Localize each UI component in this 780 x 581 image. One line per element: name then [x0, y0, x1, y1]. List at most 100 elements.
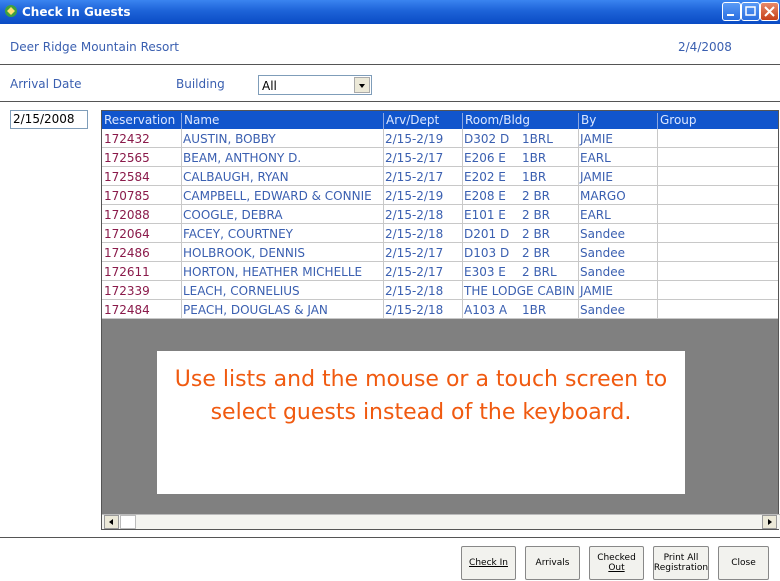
reservation-cell: 172486 [104, 246, 150, 260]
table-row[interactable]: 172565 BEAM, ANTHONY D. 2/15-2/17 E206 E 1BR… [102, 148, 778, 167]
reservation-cell: 170785 [104, 189, 150, 203]
group-cell [657, 227, 778, 243]
divider [0, 537, 780, 538]
check-in-button[interactable]: Check In [461, 546, 516, 580]
chevron-down-icon[interactable] [354, 77, 370, 93]
group-cell [657, 151, 778, 167]
table-row[interactable]: 172584 CALBAUGH, RYAN 2/15-2/17 E202 E 1BR JA… [102, 167, 778, 186]
scroll-right-icon[interactable] [762, 515, 777, 529]
current-date: 2/4/2008 [678, 40, 732, 54]
by-cell: JAMIE [580, 132, 614, 146]
name-cell: BEAM, ANTHONY D. [183, 151, 302, 165]
minimize-button[interactable] [722, 2, 741, 21]
table-row[interactable]: 172064 FACEY, COURTNEY 2/15-2/18 D201 D2 BR… [102, 224, 778, 243]
room-type-cell: 2 BR [522, 227, 551, 241]
room-type-cell: 2 BR [522, 189, 551, 203]
by-cell: Sandee [580, 246, 625, 260]
arrivals-label: Arrivals [535, 558, 570, 568]
checked-out-label-2: Out [608, 563, 625, 573]
arv-dept-cell: 2/15-2/17 [385, 246, 444, 260]
reservation-cell: 172064 [104, 227, 150, 241]
arv-dept-cell: 2/15-2/17 [385, 265, 444, 279]
divider [0, 64, 780, 65]
arv-dept-cell: 2/15-2/18 [385, 303, 444, 317]
group-cell [657, 246, 778, 262]
column-header-reservation[interactable]: Reservation [102, 113, 181, 129]
group-cell [657, 170, 778, 186]
arv-dept-cell: 2/15-2/19 [385, 189, 444, 203]
column-header-arv-dept[interactable]: Arv/Dept [383, 113, 462, 129]
arv-dept-cell: 2/15-2/19 [385, 132, 444, 146]
group-cell [657, 265, 778, 281]
divider [0, 101, 780, 102]
reservation-cell: 172432 [104, 132, 150, 146]
name-cell: CAMPBELL, EDWARD & CONNIE [183, 189, 372, 203]
print-all-label-1: Print All [663, 553, 699, 563]
column-header-by[interactable]: By [578, 113, 657, 129]
checked-out-button[interactable]: Checked Out [589, 546, 644, 580]
table-row[interactable]: 172484 PEACH, DOUGLAS & JAN 2/15-2/18 A103 … [102, 300, 778, 319]
arv-dept-cell: 2/15-2/17 [385, 170, 444, 184]
room-type-cell: 2 BR [522, 246, 551, 260]
building-select-value: All [262, 79, 277, 93]
column-header-name[interactable]: Name [181, 113, 383, 129]
arv-dept-cell: 2/15-2/18 [385, 284, 444, 298]
app-icon [4, 4, 18, 18]
column-header-room-bldg[interactable]: Room/Bldg [462, 113, 578, 129]
group-cell [657, 208, 778, 224]
table-row[interactable]: 170785 CAMPBELL, EDWARD & CONNIE 2/15-2/19… [102, 186, 778, 205]
scroll-left-icon[interactable] [104, 515, 119, 529]
by-cell: EARL [580, 151, 611, 165]
resort-name: Deer Ridge Mountain Resort [10, 40, 179, 54]
window-title: Check In Guests [22, 5, 131, 19]
table-row[interactable]: 172611 HORTON, HEATHER MICHELLE 2/15-2/17 E… [102, 262, 778, 281]
close-button[interactable]: Close [718, 546, 769, 580]
table-row[interactable]: 172088 COOGLE, DEBRA 2/15-2/18 E101 E2 BR EA… [102, 205, 778, 224]
instruction-overlay: Use lists and the mouse or a touch scree… [157, 351, 685, 494]
arv-dept-cell: 2/15-2/18 [385, 227, 444, 241]
name-cell: CALBAUGH, RYAN [183, 170, 289, 184]
group-cell [657, 189, 778, 205]
name-cell: FACEY, COURTNEY [183, 227, 294, 241]
by-cell: JAMIE [580, 284, 614, 298]
name-cell: AUSTIN, BOBBY [183, 132, 276, 146]
group-cell [657, 303, 778, 319]
room-type-cell: 1BR [522, 170, 547, 184]
room-type-cell: 2 BRL [522, 265, 557, 279]
by-cell: EARL [580, 208, 611, 222]
reservation-cell: 172584 [104, 170, 150, 184]
horizontal-scrollbar[interactable] [102, 514, 780, 529]
building-label: Building [176, 77, 225, 91]
room-type-cell: 1BR [522, 151, 547, 165]
table-row[interactable]: 172486 HOLBROOK, DENNIS 2/15-2/17 D103 D2 B… [102, 243, 778, 262]
reservation-cell: 172565 [104, 151, 150, 165]
arrival-date-input[interactable]: 2/15/2008 [10, 110, 88, 129]
table-row[interactable]: 172339 LEACH, CORNELIUS 2/15-2/18 THE LODGE… [102, 281, 778, 300]
name-cell: LEACH, CORNELIUS [183, 284, 300, 298]
arv-dept-cell: 2/15-2/18 [385, 208, 444, 222]
print-all-registration-button[interactable]: Print All Registration [653, 546, 709, 580]
group-cell [657, 132, 778, 148]
scrollbar-thumb[interactable] [120, 515, 136, 529]
by-cell: Sandee [580, 265, 625, 279]
name-cell: COOGLE, DEBRA [183, 208, 283, 222]
room-type-cell: 2 BR [522, 208, 551, 222]
column-header-group[interactable]: Group [657, 113, 778, 129]
building-select[interactable]: All [258, 75, 372, 95]
group-cell [657, 284, 778, 300]
title-bar: Check In Guests [0, 0, 780, 24]
table-row[interactable]: 172432 AUSTIN, BOBBY 2/15-2/19 D302 D 1BRL JA… [102, 129, 778, 148]
reservation-cell: 172088 [104, 208, 150, 222]
grid-header: Reservation Name Arv/Dept Room/Bldg By G… [102, 111, 778, 129]
maximize-button[interactable] [741, 2, 760, 21]
arrivals-button[interactable]: Arrivals [525, 546, 580, 580]
close-label: Close [731, 558, 756, 568]
room-type-cell: 1BRL [522, 132, 553, 146]
checked-out-label-1: Checked [597, 553, 636, 563]
room-type-cell [520, 284, 576, 300]
check-in-label: Check In [469, 558, 508, 568]
by-cell: JAMIE [580, 170, 614, 184]
by-cell: MARGO [580, 189, 626, 203]
close-window-button[interactable] [760, 2, 779, 21]
arv-dept-cell: 2/15-2/17 [385, 151, 444, 165]
